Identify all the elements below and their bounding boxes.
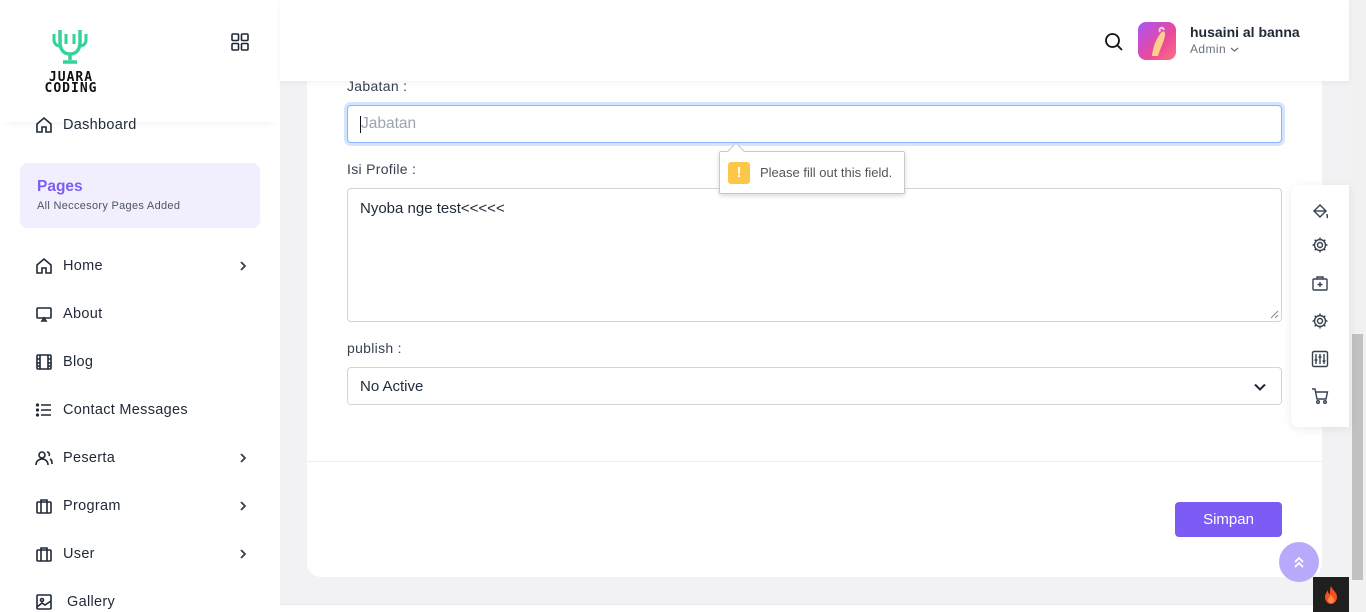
home-icon bbox=[34, 115, 54, 135]
sidebar-item-label: About bbox=[63, 306, 103, 322]
jabatan-placeholder: Jabatan bbox=[361, 115, 417, 132]
sidebar-item-about[interactable]: About bbox=[34, 302, 250, 326]
logo-text: JUARA CODING bbox=[44, 70, 98, 96]
chevron-right-icon bbox=[240, 549, 247, 559]
gear-icon[interactable] bbox=[1309, 310, 1331, 332]
logo[interactable]: JUARA CODING bbox=[34, 26, 108, 96]
gear-icon[interactable] bbox=[1309, 234, 1331, 256]
sidebar-item-peserta[interactable]: Peserta bbox=[34, 446, 250, 470]
list-icon bbox=[34, 400, 54, 420]
sidebar-item-label: Dashboard bbox=[63, 117, 137, 133]
isi-profile-value: Nyoba nge test<<<<< bbox=[360, 200, 505, 217]
chevron-right-icon bbox=[240, 453, 247, 463]
sidebar-item-label: Gallery bbox=[67, 594, 116, 610]
sidebar-item-blog[interactable]: Blog bbox=[34, 350, 250, 374]
paint-bucket-icon[interactable] bbox=[1309, 200, 1331, 222]
jabatan-input[interactable]: Jabatan bbox=[347, 105, 1282, 143]
sidebar-item-gallery[interactable]: Gallery bbox=[34, 590, 250, 612]
sidebar-item-label: Peserta bbox=[63, 450, 116, 466]
users-icon bbox=[34, 448, 54, 468]
pages-section: Pages All Neccesory Pages Added bbox=[20, 163, 260, 228]
film-icon bbox=[34, 352, 54, 372]
sidebar-item-label: Blog bbox=[63, 354, 94, 370]
chevron-down-icon bbox=[1254, 383, 1266, 391]
monitor-icon bbox=[34, 304, 54, 324]
user-role: Admin bbox=[1190, 42, 1227, 56]
sliders-icon[interactable] bbox=[1309, 348, 1331, 370]
sidebar-item-label: Contact Messages bbox=[63, 402, 188, 418]
sidebar-item-contact-messages[interactable]: Contact Messages bbox=[34, 398, 250, 422]
briefcase-icon bbox=[34, 496, 54, 516]
sidebar-item-program[interactable]: Program bbox=[34, 494, 250, 518]
pages-title: Pages bbox=[37, 178, 83, 195]
footer bbox=[280, 604, 1313, 612]
resize-handle-icon[interactable] bbox=[1270, 310, 1279, 319]
brand-area: JUARA CODING bbox=[0, 0, 280, 122]
medical-kit-icon[interactable] bbox=[1309, 272, 1331, 294]
sidebar-item-label: Program bbox=[63, 498, 121, 514]
warning-icon: ! bbox=[728, 161, 750, 184]
scrollbar-thumb[interactable] bbox=[1352, 334, 1363, 580]
top-header: husaini al banna Admin bbox=[280, 0, 1349, 81]
validation-tooltip: ! Please fill out this field. bbox=[719, 142, 905, 194]
trophy-icon bbox=[52, 30, 88, 64]
isi-profile-label: Isi Profile : bbox=[347, 161, 417, 177]
pages-subtitle: All Neccesory Pages Added bbox=[37, 200, 181, 212]
sidebar-item-user[interactable]: User bbox=[34, 542, 250, 566]
sidebar-item-label: User bbox=[63, 546, 95, 562]
avatar[interactable] bbox=[1138, 22, 1176, 60]
isi-profile-textarea[interactable]: Nyoba nge test<<<<< bbox=[347, 188, 1282, 322]
double-chevron-up-icon bbox=[1294, 556, 1304, 568]
save-button[interactable]: Simpan bbox=[1175, 502, 1282, 537]
chevron-down-icon bbox=[1230, 47, 1239, 52]
validation-message: Please fill out this field. bbox=[760, 165, 893, 180]
publish-selected-value: No Active bbox=[360, 377, 424, 395]
publish-label: publish : bbox=[347, 340, 402, 356]
chevron-right-icon bbox=[240, 501, 247, 511]
user-role-dropdown[interactable]: Admin bbox=[1190, 42, 1239, 56]
sidebar-item-dashboard[interactable]: Dashboard bbox=[34, 113, 250, 137]
briefcase-icon bbox=[34, 544, 54, 564]
sidebar-item-home[interactable]: Home bbox=[34, 254, 250, 278]
chevron-right-icon bbox=[240, 261, 247, 271]
scroll-to-top-button[interactable] bbox=[1279, 542, 1319, 582]
image-icon bbox=[34, 592, 54, 612]
sidebar: JUARA CODING Dashboard Pages All Necceso… bbox=[0, 0, 280, 612]
home-icon bbox=[34, 256, 54, 276]
shopping-cart-icon[interactable] bbox=[1309, 385, 1331, 407]
apps-grid-icon[interactable] bbox=[230, 32, 250, 52]
form-divider bbox=[307, 461, 1322, 462]
user-name: husaini al banna bbox=[1190, 24, 1300, 40]
publish-select[interactable]: No Active bbox=[347, 367, 1282, 405]
customizer-panel bbox=[1291, 185, 1349, 427]
search-icon[interactable] bbox=[1104, 32, 1124, 52]
fire-icon[interactable] bbox=[1313, 577, 1349, 612]
sidebar-item-label: Home bbox=[63, 258, 103, 274]
